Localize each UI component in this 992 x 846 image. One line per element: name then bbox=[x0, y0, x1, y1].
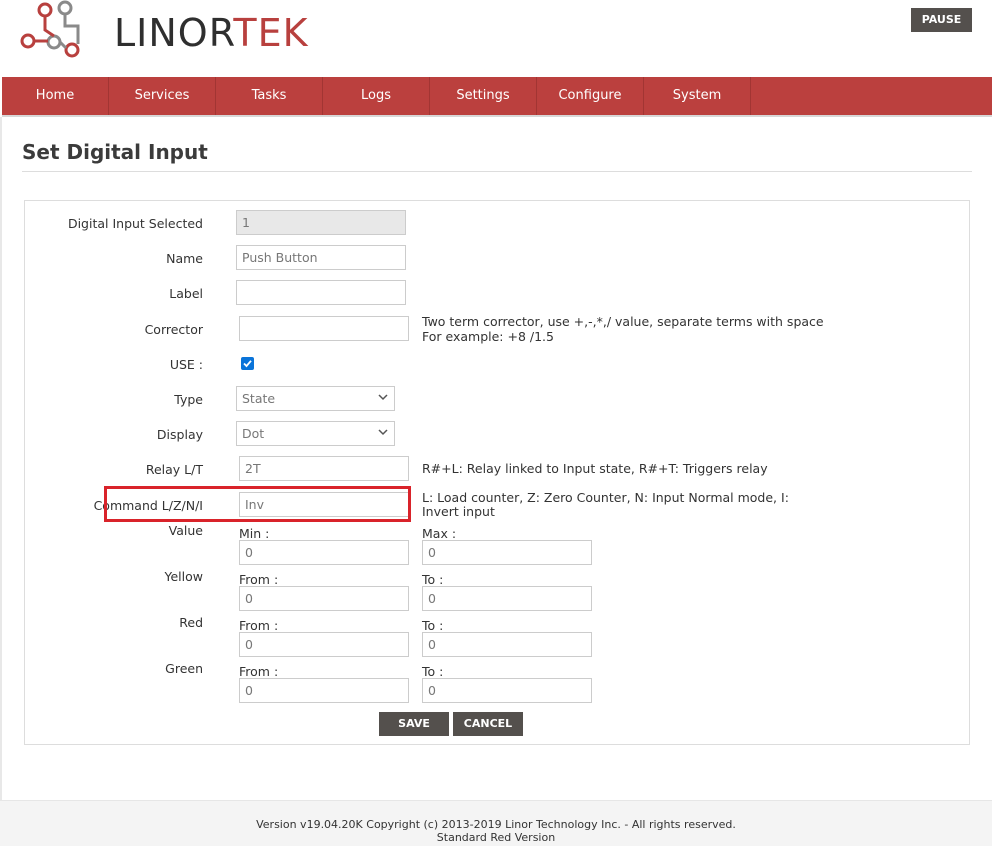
nav-configure[interactable]: Configure bbox=[537, 77, 644, 115]
digital-input-selected-label: Digital Input Selected bbox=[67, 216, 203, 231]
circuit-logo-icon bbox=[20, 0, 80, 58]
value-label: Value bbox=[168, 523, 203, 538]
corrector-input[interactable] bbox=[239, 316, 409, 341]
display-select[interactable]: Dot bbox=[236, 421, 395, 446]
command-help-line1: L: Load counter, Z: Zero Counter, N: Inp… bbox=[422, 490, 789, 505]
footer-version: Standard Red Version bbox=[436, 831, 556, 844]
red-to-input[interactable]: 0 bbox=[422, 632, 592, 657]
page-title: Set Digital Input bbox=[22, 140, 208, 164]
green-to-label: To : bbox=[422, 664, 444, 679]
type-label: Type bbox=[174, 392, 203, 407]
command-help-line2: Invert input bbox=[422, 504, 495, 519]
logo-text: LINORTEK bbox=[114, 10, 309, 56]
use-label: USE : bbox=[169, 357, 203, 372]
left-edge bbox=[0, 117, 2, 846]
digital-input-form: Digital Input Selected 1 Name Push Butto… bbox=[24, 200, 970, 745]
max-label: Max : bbox=[422, 526, 457, 541]
red-from-label: From : bbox=[239, 618, 279, 633]
nav-system[interactable]: System bbox=[644, 77, 751, 115]
type-select-value: State bbox=[242, 391, 276, 406]
green-to-input[interactable]: 0 bbox=[422, 678, 592, 703]
footer-copyright: Version v19.04.20K Copyright (c) 2013-20… bbox=[256, 818, 736, 831]
use-checkbox[interactable] bbox=[241, 357, 254, 370]
nav-settings[interactable]: Settings bbox=[430, 77, 537, 115]
digital-input-selected-field: 1 bbox=[236, 210, 406, 235]
command-field-highlight bbox=[104, 486, 411, 522]
display-select-value: Dot bbox=[242, 426, 265, 441]
display-label: Display bbox=[156, 427, 203, 442]
chevron-down-icon bbox=[378, 394, 388, 401]
command-help: L: Load counter, Z: Zero Counter, N: Inp… bbox=[422, 491, 789, 518]
min-label: Min : bbox=[239, 526, 270, 541]
yellow-from-input[interactable]: 0 bbox=[239, 586, 409, 611]
yellow-label: Yellow bbox=[164, 569, 203, 584]
type-select[interactable]: State bbox=[236, 386, 395, 411]
relay-input[interactable]: 2T bbox=[239, 456, 409, 481]
footer: Version v19.04.20K Copyright (c) 2013-20… bbox=[0, 800, 992, 846]
title-divider bbox=[22, 171, 972, 172]
red-to-label: To : bbox=[422, 618, 444, 633]
label-input[interactable] bbox=[236, 280, 406, 305]
label-label: Label bbox=[169, 286, 203, 301]
linortek-logo[interactable]: LINORTEK bbox=[20, 0, 307, 66]
logo-text-tek: TEK bbox=[233, 11, 309, 55]
nav-tasks[interactable]: Tasks bbox=[216, 77, 323, 115]
min-input[interactable]: 0 bbox=[239, 540, 409, 565]
nav-logs[interactable]: Logs bbox=[323, 77, 430, 115]
green-from-input[interactable]: 0 bbox=[239, 678, 409, 703]
pause-button[interactable]: PAUSE bbox=[911, 8, 972, 32]
relay-label: Relay L/T bbox=[145, 462, 203, 477]
red-from-input[interactable]: 0 bbox=[239, 632, 409, 657]
max-input[interactable]: 0 bbox=[422, 540, 592, 565]
nav-home[interactable]: Home bbox=[2, 77, 109, 115]
yellow-to-input[interactable]: 0 bbox=[422, 586, 592, 611]
main-nav: Home Services Tasks Logs Settings Config… bbox=[2, 77, 992, 117]
yellow-from-label: From : bbox=[239, 572, 279, 587]
relay-help: R#+L: Relay linked to Input state, R#+T:… bbox=[422, 461, 768, 476]
save-button[interactable]: SAVE bbox=[379, 712, 449, 736]
corrector-label: Corrector bbox=[144, 322, 203, 337]
green-from-label: From : bbox=[239, 664, 279, 679]
green-label: Green bbox=[165, 661, 203, 676]
footer-text: Version v19.04.20K Copyright (c) 2013-20… bbox=[0, 818, 992, 844]
red-label: Red bbox=[179, 615, 203, 630]
yellow-to-label: To : bbox=[422, 572, 444, 587]
logo-text-linor: LINOR bbox=[114, 11, 234, 55]
check-icon bbox=[243, 360, 252, 368]
chevron-down-icon bbox=[378, 429, 388, 436]
header: LINORTEK PAUSE bbox=[0, 0, 992, 77]
nav-services[interactable]: Services bbox=[109, 77, 216, 115]
name-label: Name bbox=[166, 251, 203, 266]
name-input[interactable]: Push Button bbox=[236, 245, 406, 270]
corrector-help-line2: For example: +8 /1.5 bbox=[422, 329, 554, 344]
corrector-help-line1: Two term corrector, use +,-,*,/ value, s… bbox=[422, 314, 824, 329]
cancel-button[interactable]: CANCEL bbox=[453, 712, 523, 736]
corrector-help: Two term corrector, use +,-,*,/ value, s… bbox=[422, 315, 824, 343]
